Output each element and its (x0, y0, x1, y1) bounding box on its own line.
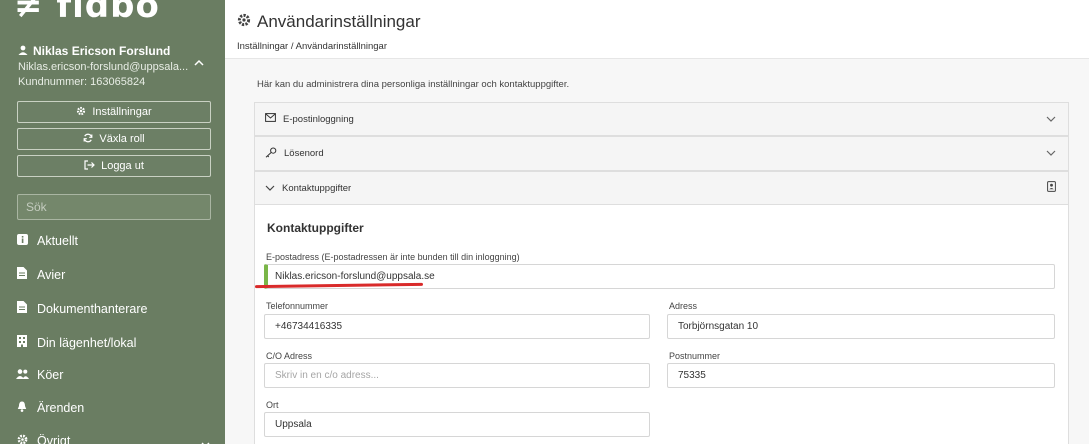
nav-item-avier[interactable]: Avier (16, 267, 65, 282)
phone-field[interactable]: +46734416335 (264, 314, 650, 339)
nav-item-dokumenthanterare[interactable]: Dokumenthanterare (16, 301, 147, 316)
co-address-placeholder: Skriv in en c/o adress... (275, 370, 379, 381)
accordion-label: E-postinloggning (283, 113, 354, 125)
nav-item-aktuellt[interactable]: Aktuellt (16, 234, 78, 248)
breadcrumb[interactable]: Inställningar / Användarinställningar (237, 41, 387, 52)
intro-text: Här kan du administrera dina personliga … (257, 79, 570, 90)
city-field-value: Uppsala (275, 419, 312, 430)
bell-icon (16, 401, 28, 415)
chevron-down-icon (1046, 114, 1056, 125)
user-icon (18, 44, 28, 58)
settings-button-label: Inställningar (92, 106, 152, 118)
nav-item-label: Köer (37, 368, 64, 382)
chevron-up-icon[interactable] (194, 55, 204, 69)
postal-code-field-value: 75335 (678, 370, 706, 381)
nav-item-arenden[interactable]: Ärenden (16, 401, 84, 415)
accordion-email-login[interactable]: E-postinloggning (254, 102, 1069, 136)
user-name-label: Niklas Ericson Forslund (33, 44, 171, 58)
nav-item-label: Aktuellt (37, 234, 78, 248)
nav-item-label: Din lägenhet/lokal (37, 335, 137, 350)
phone-field-value: +46734416335 (275, 321, 343, 332)
contact-panel-title: Kontaktuppgifter (267, 221, 364, 235)
nav-item-label: Dokumenthanterare (37, 301, 148, 316)
postal-code-field-label: Postnummer (669, 351, 721, 361)
building-icon (16, 335, 28, 350)
nav-item-ovrigt[interactable]: Övrigt (16, 434, 70, 444)
switch-role-button[interactable]: Växla roll (17, 128, 211, 150)
settings-button[interactable]: Inställningar (17, 101, 211, 123)
info-icon (16, 234, 28, 248)
document-icon (16, 267, 28, 282)
co-address-field[interactable]: Skriv in en c/o adress... (264, 363, 650, 388)
sign-out-icon (84, 159, 95, 173)
address-field[interactable]: Torbjörnsgatan 10 (667, 314, 1055, 339)
user-name[interactable]: Niklas Ericson Forslund (18, 44, 170, 58)
envelope-icon (265, 113, 276, 125)
user-email: Niklas.ericson-forslund@uppsala... (18, 61, 189, 73)
accordion-label: Lösenord (284, 148, 324, 159)
chevron-down-icon (1046, 148, 1056, 159)
co-address-field-label: C/O Adress (266, 351, 313, 361)
chevron-down-icon[interactable] (201, 440, 210, 444)
switch-role-button-label: Växla roll (99, 133, 145, 145)
address-field-value: Torbjörnsgatan 10 (678, 321, 759, 332)
nav-item-label: Avier (37, 267, 66, 282)
brand-logo: ≠ fidbo (14, 0, 160, 26)
nav-item-label: Övrigt (37, 434, 71, 444)
users-icon (16, 368, 29, 382)
nav-item-label: Ärenden (37, 401, 85, 415)
customer-number: Kundnummer: 163065824 (18, 76, 146, 88)
contact-card-icon (1047, 181, 1056, 195)
refresh-icon (83, 133, 93, 146)
page-title: Användarinställningar (237, 12, 421, 32)
search-placeholder: Sök (26, 200, 47, 214)
nav-item-din-lagenhet[interactable]: Din lägenhet/lokal (16, 335, 136, 350)
accordion-label: Kontaktuppgifter (282, 182, 352, 194)
page-title-label: Användarinställningar (257, 12, 421, 31)
accordion-contact-info[interactable]: Kontaktuppgifter (254, 171, 1069, 205)
key-icon (265, 147, 277, 161)
search-input[interactable]: Sök (17, 194, 211, 220)
city-field-label: Ort (266, 400, 279, 410)
address-field-label: Adress (669, 301, 698, 311)
postal-code-field[interactable]: 75335 (667, 363, 1055, 388)
gear-icon (237, 12, 251, 32)
city-field[interactable]: Uppsala (264, 412, 650, 437)
phone-field-label: Telefonnummer (266, 301, 329, 311)
gear-icon (16, 434, 28, 444)
logout-button-label: Logga ut (101, 160, 144, 172)
file-icon (16, 301, 28, 316)
email-field-label: E-postadress (E-postadressen är inte bun… (266, 252, 520, 262)
accordion-password[interactable]: Lösenord (254, 136, 1069, 171)
nav-item-koer[interactable]: Köer (16, 368, 63, 382)
gear-icon (76, 106, 86, 119)
main-content: Användarinställningar Inställningar / An… (225, 0, 1089, 444)
email-field-value: Niklas.ericson-forslund@uppsala.se (275, 271, 435, 282)
sidebar: ≠ fidbo Niklas Ericson Forslund Niklas.e… (0, 0, 225, 444)
logout-button[interactable]: Logga ut (17, 155, 211, 177)
chevron-down-icon (265, 183, 275, 194)
